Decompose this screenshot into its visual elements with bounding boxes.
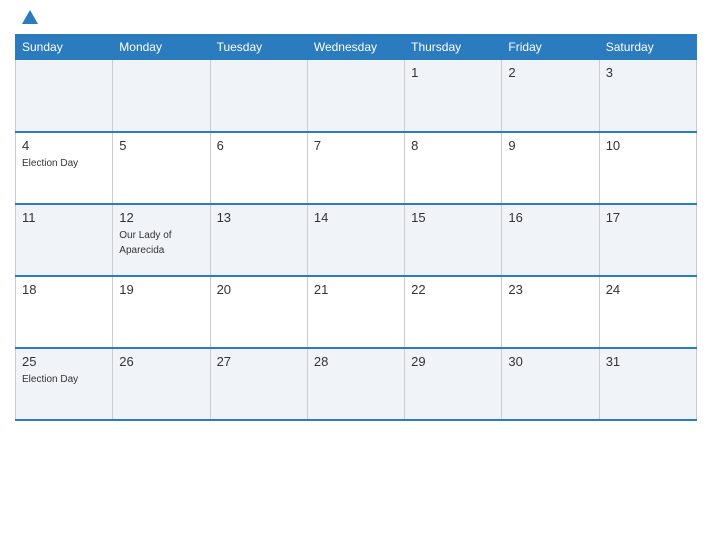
calendar-day-cell: 27: [210, 348, 307, 420]
calendar-day-cell: 10: [599, 132, 696, 204]
calendar-day-cell: 12 Our Lady of Aparecida: [113, 204, 210, 276]
day-number: 9: [508, 138, 592, 153]
day-number: 7: [314, 138, 398, 153]
calendar-day-cell: 19: [113, 276, 210, 348]
calendar-day-cell: 25 Election Day: [16, 348, 113, 420]
calendar-week-row: 11 12 Our Lady of Aparecida 13 14 15 16 17: [16, 204, 697, 276]
weekday-header-saturday: Saturday: [599, 35, 696, 60]
calendar-day-cell: 4 Election Day: [16, 132, 113, 204]
calendar-day-cell: 22: [405, 276, 502, 348]
calendar-day-cell: 2: [502, 60, 599, 132]
day-number: 28: [314, 354, 398, 369]
calendar-day-cell: 21: [307, 276, 404, 348]
calendar-day-cell: 11: [16, 204, 113, 276]
calendar-day-cell: 29: [405, 348, 502, 420]
calendar-day-cell: 13: [210, 204, 307, 276]
calendar-day-cell: 5: [113, 132, 210, 204]
calendar-day-cell: [113, 60, 210, 132]
calendar-day-cell: 30: [502, 348, 599, 420]
calendar-day-cell: 26: [113, 348, 210, 420]
day-number: 30: [508, 354, 592, 369]
calendar-header-row: SundayMondayTuesdayWednesdayThursdayFrid…: [16, 35, 697, 60]
weekday-header-friday: Friday: [502, 35, 599, 60]
calendar-day-cell: 7: [307, 132, 404, 204]
weekday-header-thursday: Thursday: [405, 35, 502, 60]
day-number: 21: [314, 282, 398, 297]
weekday-header-tuesday: Tuesday: [210, 35, 307, 60]
weekday-header-monday: Monday: [113, 35, 210, 60]
day-number: 12: [119, 210, 203, 225]
calendar-day-cell: 15: [405, 204, 502, 276]
day-number: 27: [217, 354, 301, 369]
day-number: 20: [217, 282, 301, 297]
calendar-day-cell: 16: [502, 204, 599, 276]
calendar-day-cell: 6: [210, 132, 307, 204]
day-number: 8: [411, 138, 495, 153]
calendar-container: SundayMondayTuesdayWednesdayThursdayFrid…: [0, 0, 712, 550]
calendar-week-row: 25 Election Day 26 27 28 29 30 31: [16, 348, 697, 420]
weekday-header-wednesday: Wednesday: [307, 35, 404, 60]
calendar-day-cell: 17: [599, 204, 696, 276]
calendar-week-row: 18 19 20 21 22 23 24: [16, 276, 697, 348]
day-number: 15: [411, 210, 495, 225]
calendar-day-cell: 3: [599, 60, 696, 132]
logo-triangle-icon: [22, 10, 38, 24]
day-number: 2: [508, 65, 592, 80]
calendar-day-cell: 23: [502, 276, 599, 348]
calendar-week-row: 4 Election Day 56789 10: [16, 132, 697, 204]
day-number: 16: [508, 210, 592, 225]
day-number: 14: [314, 210, 398, 225]
calendar-day-cell: 24: [599, 276, 696, 348]
day-number: 23: [508, 282, 592, 297]
calendar-day-cell: 28: [307, 348, 404, 420]
event-label: Our Lady of Aparecida: [119, 230, 171, 256]
calendar-week-row: 123: [16, 60, 697, 132]
day-number: 31: [606, 354, 690, 369]
day-number: 19: [119, 282, 203, 297]
calendar-table: SundayMondayTuesdayWednesdayThursdayFrid…: [15, 34, 697, 421]
calendar-day-cell: [210, 60, 307, 132]
day-number: 11: [22, 210, 106, 225]
calendar-day-cell: 18: [16, 276, 113, 348]
calendar-day-cell: [307, 60, 404, 132]
day-number: 10: [606, 138, 690, 153]
day-number: 24: [606, 282, 690, 297]
day-number: 5: [119, 138, 203, 153]
calendar-day-cell: [16, 60, 113, 132]
day-number: 3: [606, 65, 690, 80]
calendar-day-cell: 8: [405, 132, 502, 204]
day-number: 4: [22, 138, 106, 153]
day-number: 1: [411, 65, 495, 80]
logo: [20, 10, 38, 26]
day-number: 29: [411, 354, 495, 369]
event-label: Election Day: [22, 374, 78, 385]
calendar-day-cell: 14: [307, 204, 404, 276]
day-number: 26: [119, 354, 203, 369]
weekday-header-sunday: Sunday: [16, 35, 113, 60]
calendar-day-cell: 31: [599, 348, 696, 420]
calendar-day-cell: 9: [502, 132, 599, 204]
day-number: 17: [606, 210, 690, 225]
day-number: 13: [217, 210, 301, 225]
day-number: 25: [22, 354, 106, 369]
calendar-day-cell: 1: [405, 60, 502, 132]
day-number: 6: [217, 138, 301, 153]
calendar-header: [15, 10, 697, 26]
day-number: 22: [411, 282, 495, 297]
event-label: Election Day: [22, 158, 78, 169]
calendar-day-cell: 20: [210, 276, 307, 348]
day-number: 18: [22, 282, 106, 297]
